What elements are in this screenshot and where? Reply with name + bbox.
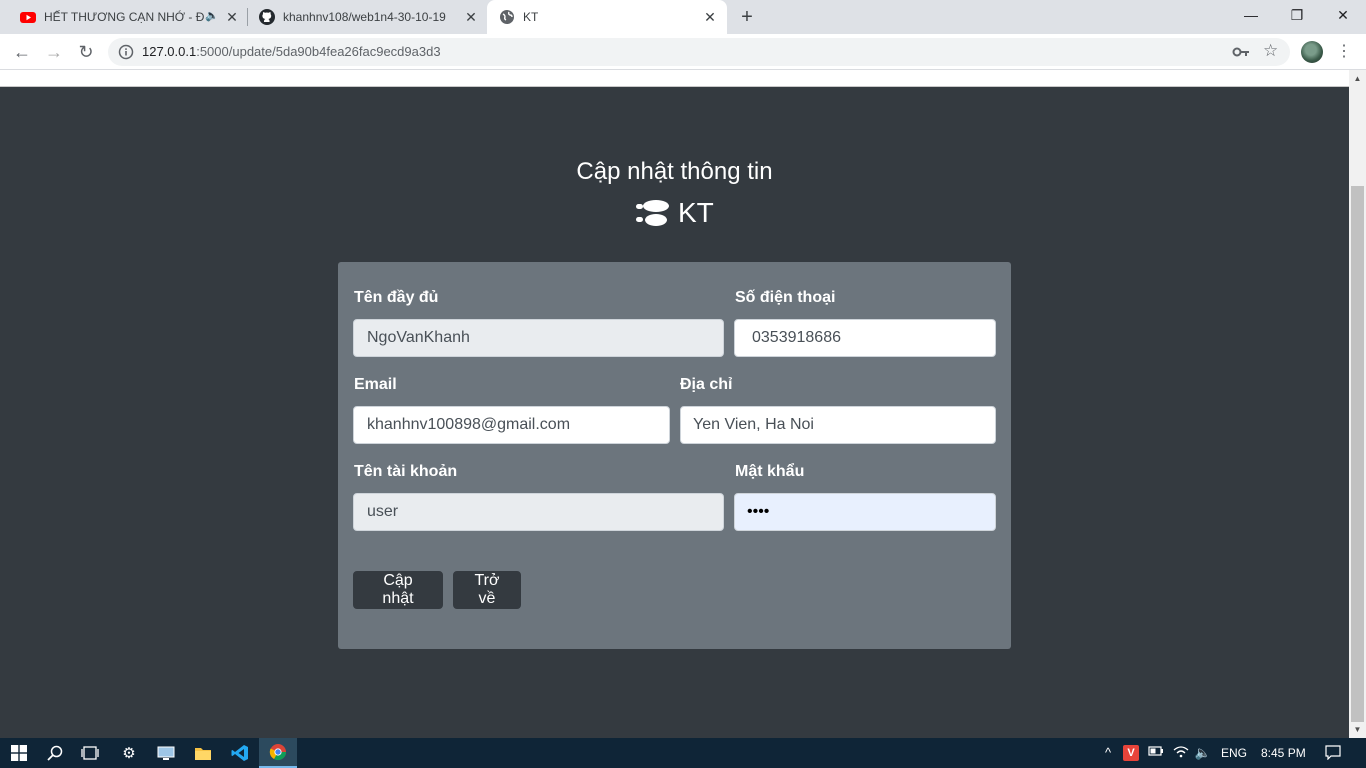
minimize-button[interactable]: — — [1228, 0, 1274, 30]
back-link-button[interactable]: Trở về — [453, 571, 521, 609]
youtube-icon — [20, 12, 36, 23]
chevron-up-icon[interactable]: ^ — [1099, 744, 1117, 762]
settings-gear-icon[interactable]: ⚙ — [110, 738, 148, 768]
password-label: Mật khẩu — [735, 463, 805, 480]
scroll-down-arrow-icon[interactable]: ▼ — [1349, 721, 1366, 738]
github-icon — [259, 9, 275, 25]
url-path: :5000/update/5da90b4fea26fac9ecd9a3d3 — [196, 44, 441, 59]
phone-field[interactable] — [734, 319, 996, 357]
close-icon[interactable]: ✕ — [463, 9, 479, 25]
fullname-field[interactable] — [353, 319, 724, 357]
windows-taskbar: ⚙ ^ V 🔈 ENG 8:45 PM — [0, 738, 1366, 768]
info-icon[interactable] — [118, 44, 134, 60]
footprints-icon — [636, 200, 669, 226]
chrome-taskbar-icon[interactable] — [259, 738, 297, 768]
battery-icon[interactable] — [1147, 744, 1165, 762]
address-label: Địa chỉ — [680, 376, 733, 393]
username-field[interactable] — [353, 493, 724, 531]
windows-start-icon[interactable] — [0, 738, 38, 768]
chrome-menu-icon[interactable]: ⋮ — [1336, 41, 1352, 63]
tab-strip: HẾT THƯƠNG CẠN NHỚ - Đ 🔈 ✕ khanhnv108/we… — [0, 0, 1366, 34]
task-view-icon[interactable] — [71, 738, 109, 768]
tab-youtube[interactable]: HẾT THƯƠNG CẠN NHỚ - Đ 🔈 ✕ — [8, 0, 244, 34]
new-tab-button[interactable]: + — [737, 7, 757, 27]
url-text[interactable]: 127.0.0.1:5000/update/5da90b4fea26fac9ec… — [142, 44, 441, 59]
password-field[interactable] — [734, 493, 996, 531]
scroll-up-arrow-icon[interactable]: ▲ — [1349, 70, 1366, 87]
address-bar[interactable]: 127.0.0.1:5000/update/5da90b4fea26fac9ec… — [108, 38, 1290, 66]
speaker-icon[interactable]: 🔈 — [205, 9, 219, 22]
notification-icon[interactable] — [1324, 744, 1342, 762]
tab-title: HẾT THƯƠNG CẠN NHỚ - Đ — [44, 10, 204, 24]
vscode-icon[interactable] — [221, 738, 259, 768]
email-field[interactable] — [353, 406, 670, 444]
page-viewport: Cập nhật thông tin KT Tên đầy đủ Số điện… — [0, 70, 1349, 738]
file-explorer-icon[interactable] — [184, 738, 222, 768]
bookmark-star-icon[interactable]: ☆ — [1263, 41, 1278, 61]
close-icon[interactable]: ✕ — [224, 9, 240, 25]
scroll-thumb[interactable] — [1351, 186, 1364, 722]
back-button[interactable]: ← — [10, 40, 34, 64]
close-icon[interactable]: ✕ — [702, 9, 718, 25]
clock-time[interactable]: 8:45 PM — [1261, 746, 1306, 760]
reload-button[interactable]: ↻ — [74, 40, 98, 64]
tab-kt[interactable]: KT ✕ — [487, 0, 727, 34]
phone-label: Số điện thoại — [735, 289, 836, 306]
globe-icon — [500, 10, 514, 24]
url-host: 127.0.0.1 — [142, 44, 197, 59]
input-language[interactable]: ENG — [1221, 746, 1247, 760]
window-close-button[interactable]: ✕ — [1320, 0, 1366, 30]
tab-github[interactable]: khanhnv108/web1n4-30-10-19 ✕ — [250, 0, 486, 34]
brand-text: KT — [678, 197, 714, 228]
update-button[interactable]: Cập nhật — [353, 571, 443, 609]
username-label: Tên tài khoản — [354, 463, 458, 480]
page-title: Cập nhật thông tin — [576, 158, 773, 185]
update-form-card: Tên đầy đủ Số điện thoại Email Địa chỉ T… — [338, 262, 1011, 649]
address-field[interactable] — [680, 406, 996, 444]
key-icon[interactable] — [1232, 44, 1250, 60]
computer-icon[interactable] — [147, 738, 185, 768]
email-label: Email — [354, 376, 397, 393]
fullname-label: Tên đầy đủ — [354, 289, 439, 306]
wifi-icon[interactable] — [1172, 744, 1190, 762]
browser-toolbar: ← → ↻ 127.0.0.1:5000/update/5da90b4fea26… — [0, 34, 1366, 70]
restore-button[interactable]: ❐ — [1274, 0, 1320, 30]
forward-button[interactable]: → — [42, 40, 66, 64]
tab-title: KT — [523, 10, 539, 24]
volume-icon[interactable]: 🔈 — [1194, 744, 1212, 762]
tab-separator — [247, 8, 248, 26]
profile-avatar[interactable] — [1301, 41, 1323, 63]
brand-logo[interactable]: KT — [634, 197, 714, 228]
vivaldi-tray-icon[interactable]: V — [1123, 745, 1139, 761]
tab-title: khanhnv108/web1n4-30-10-19 — [283, 10, 446, 24]
page-scrollbar[interactable]: ▲ ▼ — [1349, 70, 1366, 738]
page-top-strip — [0, 70, 1349, 87]
search-icon[interactable] — [36, 738, 74, 768]
